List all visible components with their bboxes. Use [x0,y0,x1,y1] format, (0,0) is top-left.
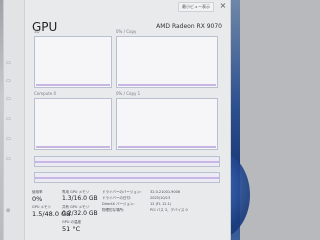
dedicated-memory-strip [34,156,220,167]
strip-usage-fill [35,160,219,163]
graph-panel [34,36,112,88]
driver-date-label: ドライバーの日付: [102,196,132,200]
graph-copy: 0% / Copy [116,29,218,88]
graph-label-right: 0% / Copy 1 [116,91,141,96]
graph-usage-fill [118,146,216,148]
task-manager-window: ▭ ▭ ▭ ▭ ▭ ▭ ⚙ 最小ビュー表示 × GPU AMD Radeon R… [4,0,230,240]
sidebar-item-icon[interactable]: ▭ [6,136,11,142]
graph-label-right: 0% / Copy [116,29,137,34]
graph-copy1: 0% / Copy 1 [116,91,218,150]
graph-compute0: Compute 0 [34,91,112,150]
driver-version-value: 32.0.21001.9006 [150,190,181,194]
driver-version-label: ドライバーのバージョン: [102,190,142,194]
graph-usage-fill [36,84,110,86]
gpu-model-name: AMD Radeon RX 9070 [156,23,222,30]
graph-panel [34,98,112,150]
stats-panel: 使用率 0% 専用 GPU メモリ 1.3/16.0 GB GPU メモリ 1.… [32,190,228,240]
graph-label-left: 3D [34,29,40,34]
toolbar: 最小ビュー表示 × [26,0,230,12]
sidebar: ▭ ▭ ▭ ▭ ▭ ▭ ⚙ [4,0,25,240]
shared-memory-strip [34,172,220,183]
sidebar-item-icon[interactable]: ▭ [6,96,11,102]
sidebar-item-icon[interactable]: ▭ [6,60,11,66]
temp-value: 51 °C [62,225,81,233]
shared-value: 0.2/32.0 GB [62,210,98,217]
graph-usage-fill [118,84,216,86]
graph-usage-fill [36,146,110,148]
performance-pane: 最小ビュー表示 × GPU AMD Radeon RX 9070 3D 0% /… [26,0,230,240]
sidebar-item-icon[interactable]: ▭ [6,78,11,84]
util-value: 0% [32,195,43,203]
graph-panel [116,98,218,150]
directx-label: DirectX バージョン: [102,202,135,206]
location-value: PCI バス 3、デバイス 0 [150,208,188,212]
close-icon[interactable]: × [218,1,228,11]
driver-date-value: 2025/10/13 [150,196,171,200]
sidebar-item-icon[interactable]: ▭ [6,116,11,122]
settings-icon[interactable]: ⚙ [6,208,10,214]
dedicated-value: 1.3/16.0 GB [62,195,98,202]
location-label: 物理的な場所: [102,208,125,212]
strip-usage-fill [35,176,219,179]
graph-3d: 3D [34,29,112,88]
mini-view-label: 最小ビュー表示 [182,4,210,9]
sidebar-item-icon[interactable]: ▭ [6,156,11,162]
mini-view-button[interactable]: 最小ビュー表示 [178,2,214,12]
graph-panel [116,36,218,88]
graph-label-left: Compute 0 [34,91,57,96]
directx-value: 12 (FL 12.1) [150,202,172,206]
